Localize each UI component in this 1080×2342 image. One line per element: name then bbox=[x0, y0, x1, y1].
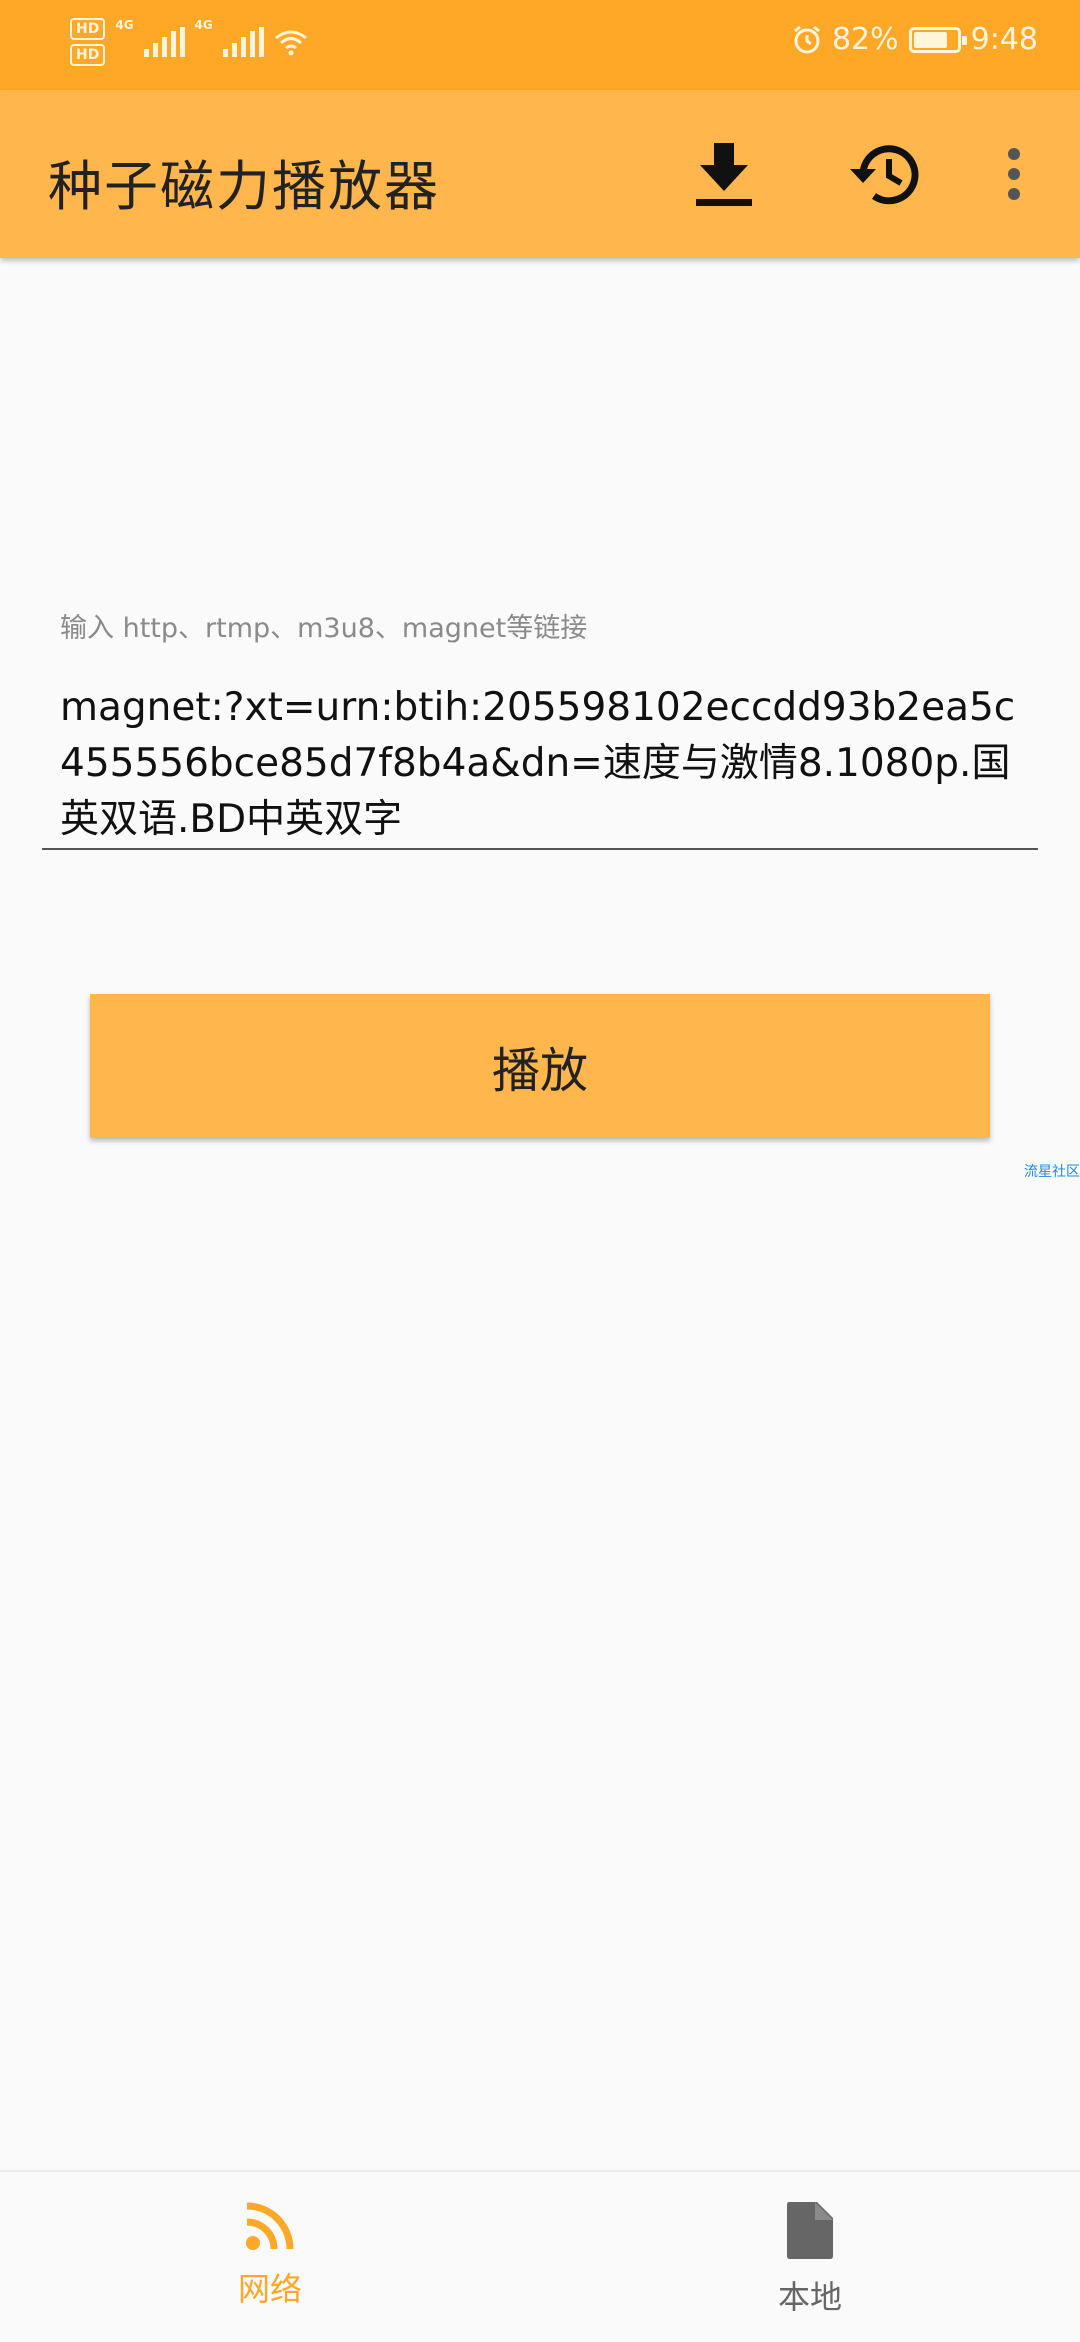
network-type-2: 4G bbox=[194, 18, 213, 32]
play-button[interactable]: 播放 bbox=[90, 994, 990, 1138]
more-vert-icon bbox=[1008, 148, 1020, 200]
status-left: HD HD 4G 4G bbox=[70, 18, 308, 66]
hd-indicators: HD HD bbox=[70, 18, 106, 66]
file-icon bbox=[787, 2202, 833, 2259]
bottom-nav: 网络 本地 bbox=[0, 2170, 1080, 2342]
signal-icon bbox=[222, 27, 264, 57]
signal-icon bbox=[143, 27, 185, 57]
status-bar: HD HD 4G 4G 82% 9:48 bbox=[0, 0, 1080, 90]
network-type-1: 4G bbox=[115, 18, 134, 32]
download-button[interactable] bbox=[682, 132, 766, 216]
battery-level bbox=[913, 31, 948, 48]
url-input-label: 输入 http、rtmp、m3u8、magnet等链接 bbox=[60, 613, 588, 644]
history-icon bbox=[850, 145, 919, 205]
nav-label-network: 网络 bbox=[237, 2270, 302, 2308]
app-title: 种子磁力播放器 bbox=[48, 155, 440, 218]
hd-badge-1: HD bbox=[70, 18, 106, 40]
download-icon bbox=[696, 143, 752, 206]
history-button[interactable] bbox=[842, 132, 926, 216]
wifi-icon bbox=[274, 30, 307, 56]
rss-feed-icon bbox=[246, 2202, 294, 2250]
battery-icon bbox=[908, 26, 967, 53]
status-right: 82% 9:48 bbox=[792, 22, 1038, 57]
forum-link[interactable]: 流星社区 bbox=[1024, 1161, 1080, 1181]
hd-badge-2: HD bbox=[70, 44, 106, 66]
nav-label-local: 本地 bbox=[777, 2278, 842, 2316]
url-input[interactable]: magnet:?xt=urn:btih:205598102eccdd93b2ea… bbox=[42, 670, 1038, 850]
app-bar: 种子磁力播放器 bbox=[0, 90, 1080, 258]
nav-item-local[interactable]: 本地 bbox=[540, 2172, 1080, 2342]
alarm-icon bbox=[794, 25, 820, 53]
more-options-button[interactable] bbox=[974, 132, 1054, 216]
clock: 9:48 bbox=[970, 22, 1038, 57]
battery-percent: 82% bbox=[831, 22, 899, 57]
nav-item-network[interactable]: 网络 bbox=[0, 2172, 540, 2342]
